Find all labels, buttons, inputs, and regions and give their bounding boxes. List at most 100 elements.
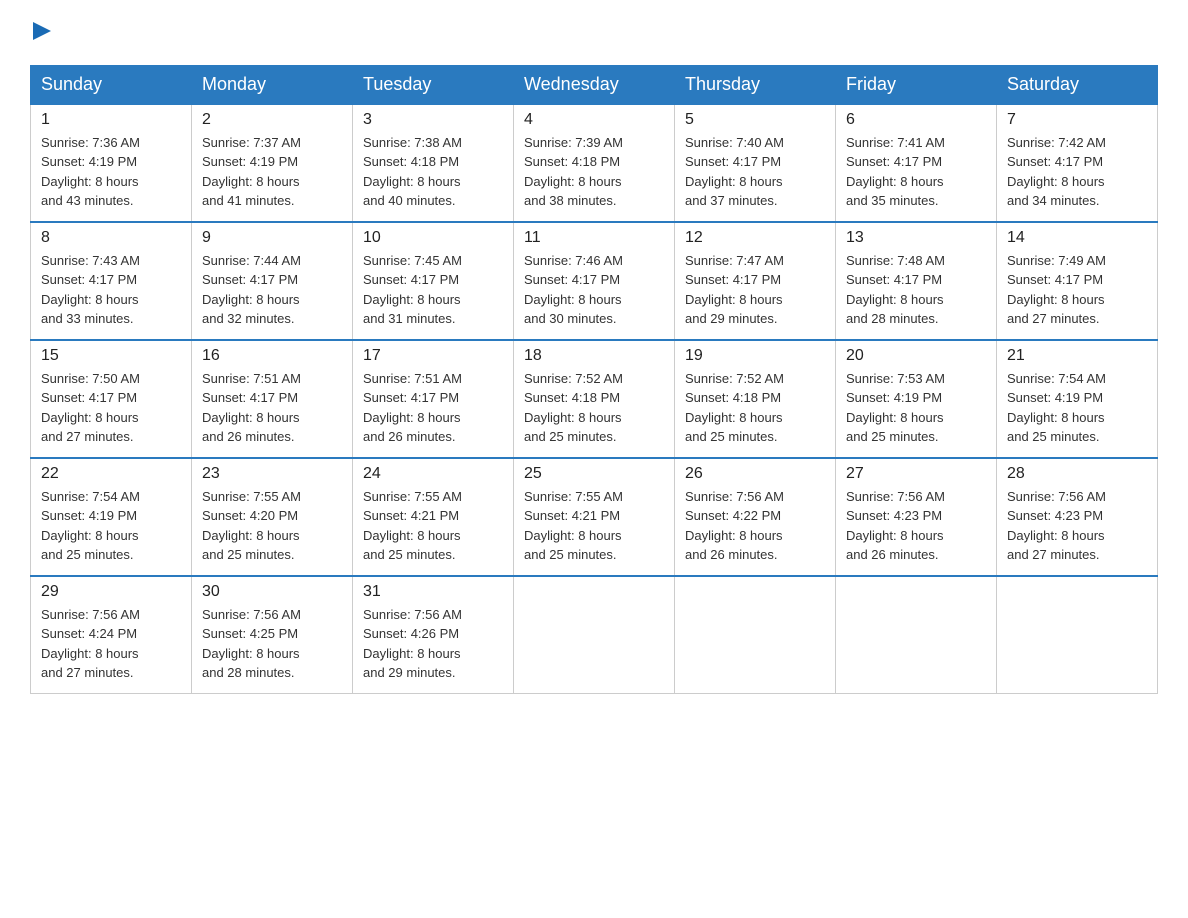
calendar-cell: 29 Sunrise: 7:56 AM Sunset: 4:24 PM Dayl…	[31, 576, 192, 694]
day-info: Sunrise: 7:51 AM Sunset: 4:17 PM Dayligh…	[202, 369, 342, 447]
day-number: 2	[202, 111, 342, 129]
logo-arrow-icon	[33, 22, 51, 45]
calendar-cell: 9 Sunrise: 7:44 AM Sunset: 4:17 PM Dayli…	[192, 222, 353, 340]
day-number: 19	[685, 347, 825, 365]
day-info: Sunrise: 7:39 AM Sunset: 4:18 PM Dayligh…	[524, 133, 664, 211]
day-of-week-header: Thursday	[675, 65, 836, 104]
calendar-cell: 22 Sunrise: 7:54 AM Sunset: 4:19 PM Dayl…	[31, 458, 192, 576]
days-of-week-row: SundayMondayTuesdayWednesdayThursdayFrid…	[31, 65, 1158, 104]
week-row: 22 Sunrise: 7:54 AM Sunset: 4:19 PM Dayl…	[31, 458, 1158, 576]
calendar-cell: 15 Sunrise: 7:50 AM Sunset: 4:17 PM Dayl…	[31, 340, 192, 458]
day-info: Sunrise: 7:44 AM Sunset: 4:17 PM Dayligh…	[202, 251, 342, 329]
calendar-cell: 24 Sunrise: 7:55 AM Sunset: 4:21 PM Dayl…	[353, 458, 514, 576]
day-number: 30	[202, 583, 342, 601]
day-number: 14	[1007, 229, 1147, 247]
day-info: Sunrise: 7:55 AM Sunset: 4:21 PM Dayligh…	[524, 487, 664, 565]
calendar-cell: 20 Sunrise: 7:53 AM Sunset: 4:19 PM Dayl…	[836, 340, 997, 458]
day-number: 22	[41, 465, 181, 483]
day-info: Sunrise: 7:47 AM Sunset: 4:17 PM Dayligh…	[685, 251, 825, 329]
day-info: Sunrise: 7:56 AM Sunset: 4:25 PM Dayligh…	[202, 605, 342, 683]
calendar-cell: 30 Sunrise: 7:56 AM Sunset: 4:25 PM Dayl…	[192, 576, 353, 694]
day-info: Sunrise: 7:43 AM Sunset: 4:17 PM Dayligh…	[41, 251, 181, 329]
week-row: 1 Sunrise: 7:36 AM Sunset: 4:19 PM Dayli…	[31, 104, 1158, 222]
calendar-cell: 26 Sunrise: 7:56 AM Sunset: 4:22 PM Dayl…	[675, 458, 836, 576]
calendar-cell: 23 Sunrise: 7:55 AM Sunset: 4:20 PM Dayl…	[192, 458, 353, 576]
day-info: Sunrise: 7:38 AM Sunset: 4:18 PM Dayligh…	[363, 133, 503, 211]
day-number: 16	[202, 347, 342, 365]
day-number: 18	[524, 347, 664, 365]
day-info: Sunrise: 7:46 AM Sunset: 4:17 PM Dayligh…	[524, 251, 664, 329]
week-row: 8 Sunrise: 7:43 AM Sunset: 4:17 PM Dayli…	[31, 222, 1158, 340]
day-info: Sunrise: 7:52 AM Sunset: 4:18 PM Dayligh…	[524, 369, 664, 447]
calendar-cell: 12 Sunrise: 7:47 AM Sunset: 4:17 PM Dayl…	[675, 222, 836, 340]
calendar-cell: 7 Sunrise: 7:42 AM Sunset: 4:17 PM Dayli…	[997, 104, 1158, 222]
day-info: Sunrise: 7:56 AM Sunset: 4:23 PM Dayligh…	[1007, 487, 1147, 565]
day-info: Sunrise: 7:40 AM Sunset: 4:17 PM Dayligh…	[685, 133, 825, 211]
day-number: 28	[1007, 465, 1147, 483]
day-info: Sunrise: 7:49 AM Sunset: 4:17 PM Dayligh…	[1007, 251, 1147, 329]
day-number: 11	[524, 229, 664, 247]
day-info: Sunrise: 7:56 AM Sunset: 4:26 PM Dayligh…	[363, 605, 503, 683]
day-number: 17	[363, 347, 503, 365]
day-number: 6	[846, 111, 986, 129]
calendar-cell: 14 Sunrise: 7:49 AM Sunset: 4:17 PM Dayl…	[997, 222, 1158, 340]
day-info: Sunrise: 7:56 AM Sunset: 4:23 PM Dayligh…	[846, 487, 986, 565]
day-number: 4	[524, 111, 664, 129]
calendar-cell: 19 Sunrise: 7:52 AM Sunset: 4:18 PM Dayl…	[675, 340, 836, 458]
day-of-week-header: Sunday	[31, 65, 192, 104]
day-of-week-header: Saturday	[997, 65, 1158, 104]
day-info: Sunrise: 7:54 AM Sunset: 4:19 PM Dayligh…	[1007, 369, 1147, 447]
day-of-week-header: Wednesday	[514, 65, 675, 104]
day-number: 31	[363, 583, 503, 601]
day-number: 3	[363, 111, 503, 129]
calendar-cell: 28 Sunrise: 7:56 AM Sunset: 4:23 PM Dayl…	[997, 458, 1158, 576]
day-info: Sunrise: 7:55 AM Sunset: 4:20 PM Dayligh…	[202, 487, 342, 565]
day-info: Sunrise: 7:45 AM Sunset: 4:17 PM Dayligh…	[363, 251, 503, 329]
day-info: Sunrise: 7:52 AM Sunset: 4:18 PM Dayligh…	[685, 369, 825, 447]
day-number: 26	[685, 465, 825, 483]
calendar-cell: 5 Sunrise: 7:40 AM Sunset: 4:17 PM Dayli…	[675, 104, 836, 222]
calendar-cell: 3 Sunrise: 7:38 AM Sunset: 4:18 PM Dayli…	[353, 104, 514, 222]
day-number: 15	[41, 347, 181, 365]
day-info: Sunrise: 7:54 AM Sunset: 4:19 PM Dayligh…	[41, 487, 181, 565]
day-number: 29	[41, 583, 181, 601]
calendar-cell: 11 Sunrise: 7:46 AM Sunset: 4:17 PM Dayl…	[514, 222, 675, 340]
calendar-cell: 18 Sunrise: 7:52 AM Sunset: 4:18 PM Dayl…	[514, 340, 675, 458]
day-of-week-header: Monday	[192, 65, 353, 104]
week-row: 29 Sunrise: 7:56 AM Sunset: 4:24 PM Dayl…	[31, 576, 1158, 694]
day-info: Sunrise: 7:56 AM Sunset: 4:24 PM Dayligh…	[41, 605, 181, 683]
calendar-cell	[514, 576, 675, 694]
week-row: 15 Sunrise: 7:50 AM Sunset: 4:17 PM Dayl…	[31, 340, 1158, 458]
day-number: 8	[41, 229, 181, 247]
calendar-cell: 4 Sunrise: 7:39 AM Sunset: 4:18 PM Dayli…	[514, 104, 675, 222]
day-info: Sunrise: 7:56 AM Sunset: 4:22 PM Dayligh…	[685, 487, 825, 565]
calendar-cell: 27 Sunrise: 7:56 AM Sunset: 4:23 PM Dayl…	[836, 458, 997, 576]
day-info: Sunrise: 7:50 AM Sunset: 4:17 PM Dayligh…	[41, 369, 181, 447]
day-info: Sunrise: 7:55 AM Sunset: 4:21 PM Dayligh…	[363, 487, 503, 565]
calendar-cell: 13 Sunrise: 7:48 AM Sunset: 4:17 PM Dayl…	[836, 222, 997, 340]
day-number: 20	[846, 347, 986, 365]
day-number: 27	[846, 465, 986, 483]
calendar-cell: 6 Sunrise: 7:41 AM Sunset: 4:17 PM Dayli…	[836, 104, 997, 222]
logo-area	[30, 20, 51, 45]
calendar-cell: 31 Sunrise: 7:56 AM Sunset: 4:26 PM Dayl…	[353, 576, 514, 694]
day-number: 12	[685, 229, 825, 247]
day-info: Sunrise: 7:42 AM Sunset: 4:17 PM Dayligh…	[1007, 133, 1147, 211]
day-info: Sunrise: 7:41 AM Sunset: 4:17 PM Dayligh…	[846, 133, 986, 211]
calendar-table: SundayMondayTuesdayWednesdayThursdayFrid…	[30, 65, 1158, 694]
day-number: 5	[685, 111, 825, 129]
calendar-cell: 21 Sunrise: 7:54 AM Sunset: 4:19 PM Dayl…	[997, 340, 1158, 458]
day-info: Sunrise: 7:51 AM Sunset: 4:17 PM Dayligh…	[363, 369, 503, 447]
day-info: Sunrise: 7:36 AM Sunset: 4:19 PM Dayligh…	[41, 133, 181, 211]
day-info: Sunrise: 7:53 AM Sunset: 4:19 PM Dayligh…	[846, 369, 986, 447]
day-number: 13	[846, 229, 986, 247]
day-number: 25	[524, 465, 664, 483]
calendar-cell	[836, 576, 997, 694]
day-info: Sunrise: 7:48 AM Sunset: 4:17 PM Dayligh…	[846, 251, 986, 329]
calendar-cell: 1 Sunrise: 7:36 AM Sunset: 4:19 PM Dayli…	[31, 104, 192, 222]
day-number: 23	[202, 465, 342, 483]
calendar-cell	[997, 576, 1158, 694]
day-info: Sunrise: 7:37 AM Sunset: 4:19 PM Dayligh…	[202, 133, 342, 211]
day-of-week-header: Tuesday	[353, 65, 514, 104]
day-number: 1	[41, 111, 181, 129]
